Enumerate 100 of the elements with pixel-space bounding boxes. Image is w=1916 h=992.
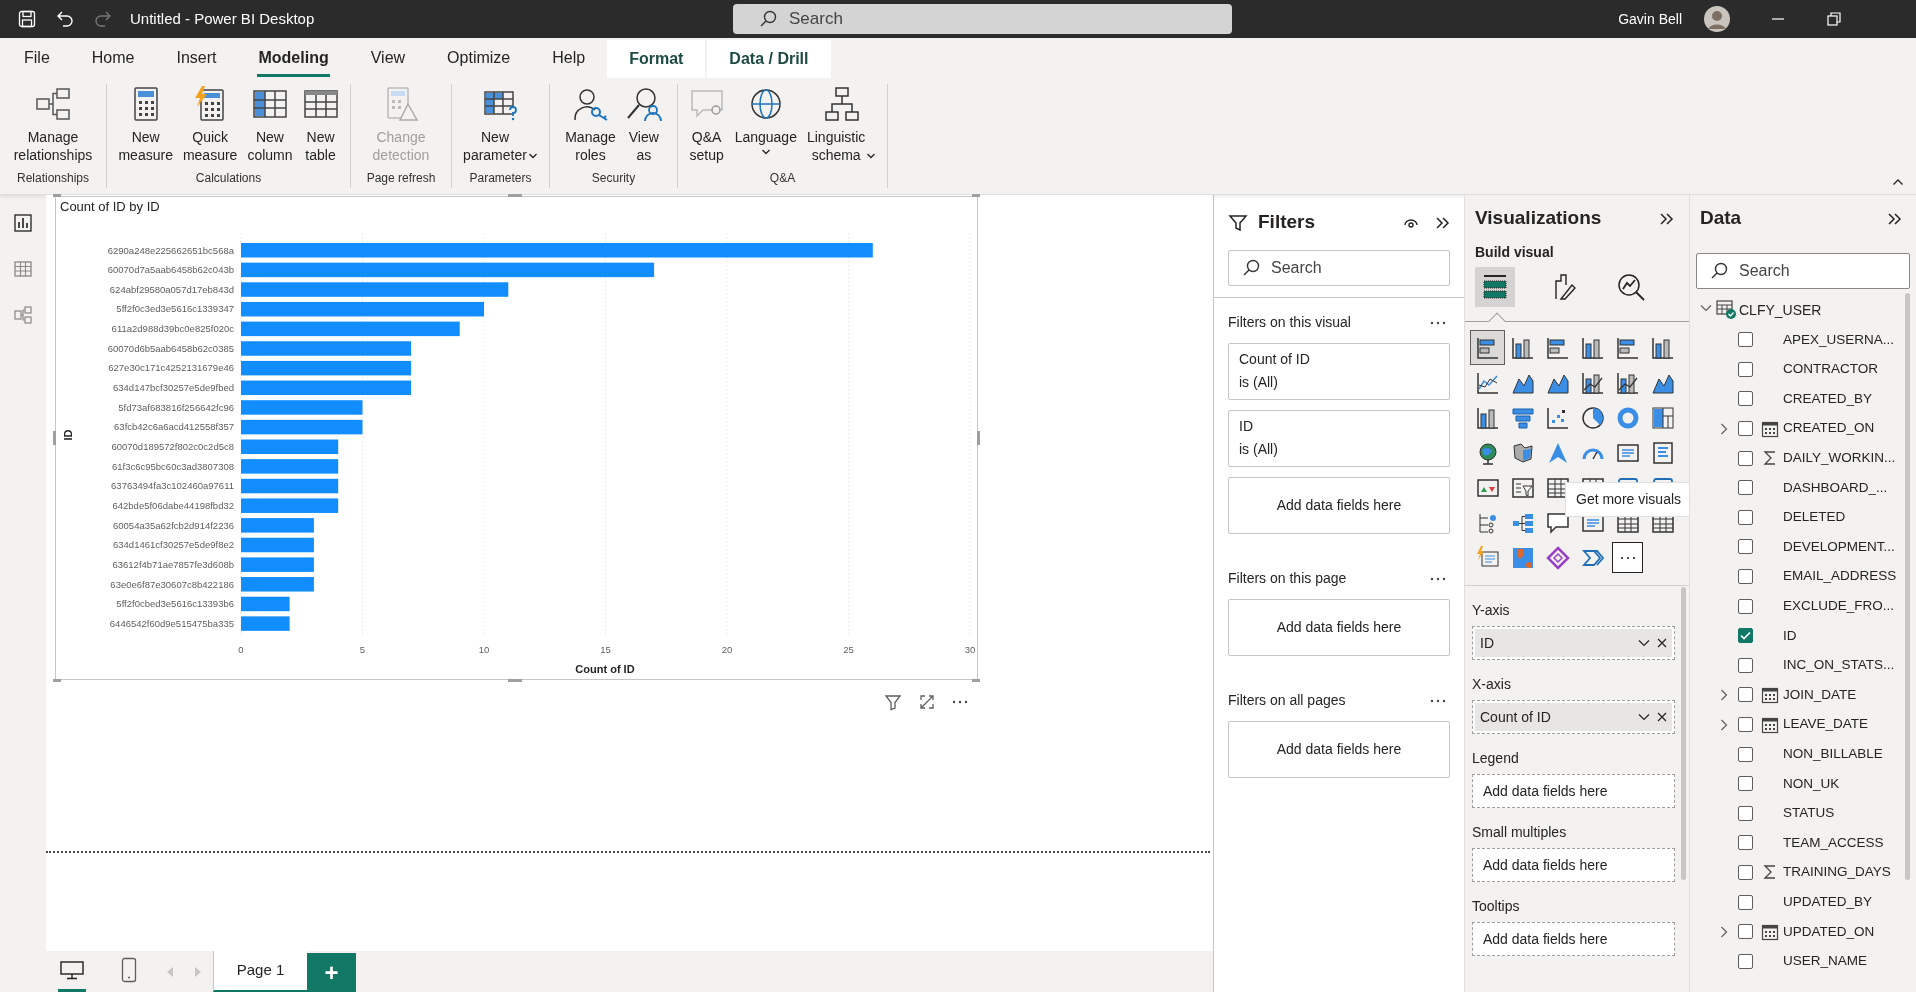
checkbox[interactable] — [1738, 865, 1753, 880]
more-icon[interactable] — [952, 700, 968, 704]
chart-visual[interactable] — [55, 196, 978, 680]
checkbox[interactable] — [1738, 924, 1753, 940]
close-icon[interactable] — [1657, 638, 1667, 648]
tab[interactable]: Help — [531, 38, 607, 78]
checkbox[interactable] — [1738, 953, 1753, 969]
checkbox[interactable] — [1738, 717, 1753, 732]
undo-icon[interactable] — [56, 10, 74, 28]
checkbox[interactable] — [1738, 361, 1753, 377]
more-icon[interactable] — [1430, 698, 1446, 703]
tab[interactable]: Optimize — [426, 38, 532, 78]
focus-mode-icon[interactable] — [918, 693, 936, 711]
field-name[interactable]: UPDATED_ON — [1783, 921, 1875, 942]
ribbon-button[interactable]: Linguistic schema — [802, 84, 881, 169]
resize-handle[interactable] — [53, 431, 56, 445]
checkbox[interactable] — [1738, 569, 1753, 585]
scrollbar[interactable] — [1905, 293, 1910, 880]
checkbox[interactable] — [1738, 894, 1753, 910]
checkbox[interactable] — [1738, 391, 1753, 407]
tab[interactable]: Modeling — [237, 38, 350, 78]
ribbon-button[interactable]: New table — [298, 84, 343, 169]
resize-handle[interactable] — [977, 431, 980, 445]
field-pill[interactable]: ID — [1475, 629, 1672, 657]
tab[interactable]: Home — [70, 38, 156, 78]
drop-zone[interactable]: Add data fields here — [1472, 922, 1675, 956]
field-name[interactable]: NON_BILLABLE — [1783, 744, 1883, 765]
field-name[interactable]: INC_ON_STATS... — [1783, 655, 1895, 676]
collapse-icon[interactable] — [1892, 178, 1904, 186]
collapse-icon[interactable] — [1887, 211, 1902, 226]
ribbon-button[interactable]: New column — [243, 84, 297, 169]
ribbon-button[interactable]: Manage relationships — [9, 84, 97, 169]
scrollbar[interactable] — [1681, 587, 1686, 880]
table-icon[interactable] — [13, 259, 33, 279]
close-icon[interactable] — [1657, 712, 1667, 722]
checkbox[interactable] — [1738, 480, 1753, 496]
checkbox[interactable] — [1738, 805, 1753, 821]
save-icon[interactable] — [18, 10, 36, 28]
chevron-icon[interactable] — [1638, 713, 1650, 721]
field-name[interactable]: EXCLUDE_FRO... — [1783, 596, 1895, 617]
resize-handle[interactable] — [972, 194, 980, 197]
checkbox[interactable] — [1738, 509, 1753, 525]
field-name[interactable]: DELETED — [1783, 507, 1846, 528]
ribbon-button[interactable]: Manage roles — [561, 84, 620, 169]
resize-handle[interactable] — [972, 679, 980, 682]
ribbon-button[interactable]: Q&A setup — [684, 84, 729, 169]
more-icon[interactable] — [1430, 320, 1446, 325]
field-name[interactable]: CREATED_ON — [1783, 418, 1875, 439]
resize-handle[interactable] — [508, 194, 522, 197]
field-name[interactable]: TEAM_ACCESS — [1783, 832, 1884, 853]
field-name[interactable]: DAILY_WORKIN... — [1783, 448, 1896, 469]
collapse-icon[interactable] — [1659, 211, 1674, 226]
drop-zone[interactable]: Add data fields here — [1472, 848, 1675, 882]
drop-zone[interactable]: Add data fields here — [1472, 774, 1675, 808]
field-name[interactable]: DASHBOARD_... — [1783, 477, 1888, 498]
tab[interactable]: File — [3, 38, 71, 78]
field-name[interactable]: DEVELOPMENT... — [1783, 536, 1895, 558]
checkbox[interactable] — [1738, 657, 1753, 673]
resize-handle[interactable] — [53, 679, 61, 682]
model-icon[interactable] — [13, 305, 33, 325]
ribbon-button[interactable]: Language — [730, 84, 801, 169]
field-name[interactable]: ID — [1783, 625, 1797, 646]
checkbox[interactable] — [1738, 332, 1753, 348]
checkbox[interactable] — [1738, 687, 1753, 703]
checkbox[interactable] — [1738, 776, 1753, 792]
filter-card[interactable]: Count of ID is (All) — [1228, 343, 1450, 400]
resize-handle[interactable] — [53, 194, 61, 197]
field-name[interactable]: TRAINING_DAYS — [1783, 862, 1891, 883]
search-field[interactable]: Search — [1696, 253, 1910, 289]
chevron-icon[interactable] — [1720, 422, 1730, 435]
filter-card[interactable]: ID is (All) — [1228, 410, 1450, 467]
tab[interactable]: Format — [607, 40, 706, 78]
field-name[interactable]: CREATED_BY — [1783, 388, 1873, 410]
report-icon[interactable] — [13, 213, 33, 233]
field-name[interactable]: APEX_USERNA... — [1783, 329, 1895, 350]
field-name[interactable]: LEAVE_DATE — [1783, 714, 1869, 735]
page-tab[interactable]: Page 1 — [213, 951, 307, 992]
field-name[interactable]: JOIN_DATE — [1783, 684, 1857, 706]
field-name[interactable]: STATUS — [1783, 803, 1835, 824]
field-name[interactable]: UPDATED_BY — [1783, 891, 1873, 913]
ribbon-button[interactable]: New measure — [114, 84, 177, 169]
ribbon-button[interactable]: Quick measure — [178, 84, 242, 169]
checkbox[interactable] — [1738, 421, 1753, 437]
chevron-icon[interactable] — [1638, 639, 1650, 647]
resize-handle[interactable] — [508, 679, 522, 682]
collapse-icon[interactable] — [1435, 215, 1450, 230]
visual-type-button[interactable] — [1470, 330, 1505, 365]
field-name[interactable]: USER_NAME — [1783, 951, 1868, 972]
checkbox[interactable] — [1738, 628, 1753, 644]
checkbox[interactable] — [1738, 598, 1753, 614]
checkbox[interactable] — [1738, 746, 1753, 762]
eye-icon[interactable] — [1403, 216, 1419, 229]
field-pill[interactable]: Count of ID — [1475, 703, 1672, 731]
more-icon[interactable] — [1430, 576, 1446, 581]
drop-zone[interactable]: Add data fields here — [1228, 721, 1450, 778]
tab[interactable]: Insert — [155, 38, 238, 78]
tab[interactable]: Data / Drill — [707, 40, 831, 78]
search-field[interactable]: Search — [1228, 250, 1450, 286]
chevron-icon[interactable] — [1720, 718, 1730, 731]
checkbox[interactable] — [1738, 450, 1753, 466]
